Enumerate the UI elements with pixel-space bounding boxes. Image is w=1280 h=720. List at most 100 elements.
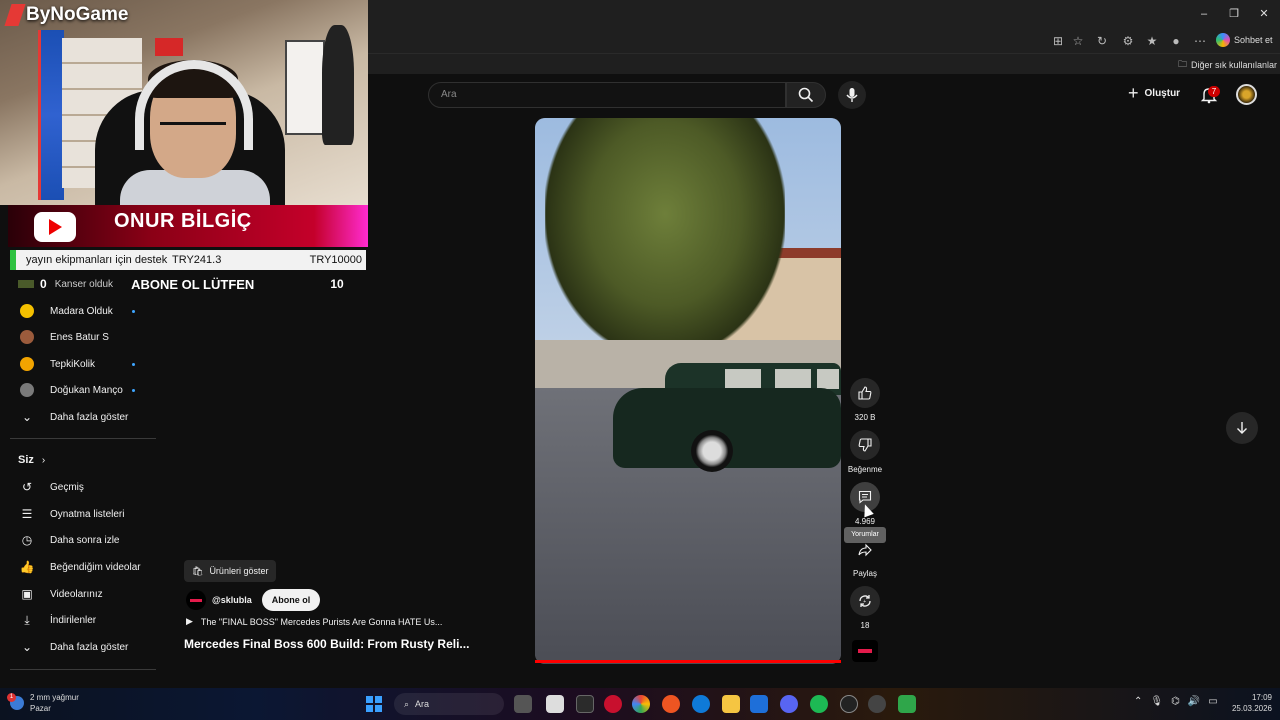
sidebar-item-watch-later[interactable]: ◷ Daha sonra izle [0, 527, 156, 553]
other-bookmarks-button[interactable]: 🗀 Diğer sık kullanılanlar [1178, 57, 1277, 73]
profile-icon[interactable]: ● [1168, 33, 1184, 49]
arrow-down-icon [1237, 422, 1247, 434]
favorite-star-icon[interactable]: ☆ [1070, 33, 1086, 49]
app-available-icon[interactable]: ⊞ [1050, 33, 1066, 49]
opera-icon[interactable] [604, 695, 622, 713]
subscriber-goal-bar: 0 Kanser olduk ABONE OL LÜTFEN 10 [10, 274, 366, 294]
store-icon[interactable] [750, 695, 768, 713]
chrome-icon[interactable] [632, 695, 650, 713]
sidebar-item-label: Doğukan Manço [50, 384, 123, 396]
share-label: Paylaş [852, 569, 877, 578]
taskbar-search[interactable]: ⌕ Ara [394, 693, 504, 715]
create-label: Oluştur [1144, 87, 1181, 99]
create-button[interactable]: + Oluştur [1128, 84, 1181, 102]
favorites-icon[interactable]: ★ [1144, 33, 1160, 49]
related-video-link[interactable]: ▶ The "FINAL BOSS" Mercedes Purists Are … [186, 616, 442, 627]
sidebar-item-dogukan[interactable]: Doğukan Manço [0, 377, 156, 403]
copilot-button[interactable]: Sohbet et [1216, 31, 1273, 49]
voice-search-button[interactable] [838, 81, 866, 109]
chevron-down-icon: ⌄ [21, 640, 33, 654]
dislike-button[interactable] [850, 430, 880, 460]
more-menu-icon[interactable]: ⋯ [1192, 33, 1208, 49]
short-title[interactable]: Mercedes Final Boss 600 Build: From Rust… [184, 637, 469, 651]
weather-badge: 1 [7, 693, 16, 702]
next-short-button[interactable] [1226, 412, 1258, 444]
show-more-you[interactable]: ⌄ Daha fazla göster [0, 634, 156, 660]
share-button[interactable] [850, 535, 880, 565]
channel-avatar[interactable] [186, 590, 206, 610]
search-input[interactable]: Ara [428, 82, 786, 108]
sidebar-item-label: Beğendiğim videolar [50, 561, 141, 573]
extensions-icon[interactable]: ⚙ [1120, 33, 1136, 49]
clock-date: 25.03.2026 [1231, 704, 1272, 713]
sidebar-item-downloads[interactable]: ⤓ İndirilenler [0, 607, 156, 633]
svg-text:+: + [863, 599, 866, 605]
donation-current: TRY241.3 [172, 254, 222, 266]
file-explorer-icon[interactable] [722, 695, 740, 713]
sidebar-divider [10, 669, 156, 670]
show-products-button[interactable]: 🛍 Ürünleri göster [184, 560, 277, 582]
you-section-header[interactable]: Siz › [18, 454, 45, 466]
live-indicator [132, 362, 135, 366]
channel-handle[interactable]: @sklubla [212, 595, 252, 605]
terminal-icon[interactable] [576, 695, 594, 713]
obs-icon[interactable] [840, 695, 858, 713]
video-icon: ▣ [21, 587, 33, 601]
task-view-icon[interactable] [514, 695, 532, 713]
donation-goal-label: yayın ekipmanları için destek [26, 254, 168, 266]
sidebar-divider [10, 438, 156, 439]
search-button[interactable] [786, 82, 826, 108]
other-bookmarks-label: Diğer sık kullanılanlar [1191, 60, 1278, 70]
live-indicator [132, 388, 135, 392]
settings-icon[interactable] [868, 695, 886, 713]
remix-count: 18 [860, 621, 870, 630]
sidebar-item-playlists[interactable]: ☰ Oynatma listeleri [0, 501, 156, 527]
comment-icon [858, 490, 872, 504]
microphone-icon[interactable]: 🎙 [1150, 696, 1163, 707]
sound-source-thumbnail[interactable] [852, 640, 878, 662]
battery-icon[interactable]: ▭ [1208, 696, 1217, 707]
sidebar-item-madara[interactable]: Madara Olduk [0, 298, 156, 324]
chevron-up-icon[interactable]: ⌃ [1134, 696, 1142, 707]
discord-icon[interactable] [780, 695, 798, 713]
refresh-icon[interactable]: ↻ [1094, 33, 1110, 49]
thumb-down-icon [858, 438, 872, 452]
sidebar-item-your-videos[interactable]: ▣ Videolarınız [0, 581, 156, 607]
restore-button[interactable]: ❐ [1226, 6, 1242, 22]
goal-icon [18, 280, 34, 288]
sidebar-item-label: Daha sonra izle [50, 534, 120, 546]
brand-logo: ByNoGame [4, 4, 129, 26]
sidebar-item-label: İndirilenler [50, 614, 97, 626]
streaming-app-icon[interactable] [898, 695, 916, 713]
notepad-icon[interactable] [546, 695, 564, 713]
folder-icon: 🗀 [1178, 59, 1188, 69]
account-avatar[interactable] [1236, 84, 1257, 105]
taskbar-clock[interactable]: 17:09 25.03.2026 [1226, 692, 1272, 714]
clock-time: 17:09 [1251, 693, 1272, 702]
volume-icon[interactable]: 🔊 [1188, 696, 1200, 707]
minimize-button[interactable]: – [1196, 6, 1212, 22]
edge-icon[interactable] [692, 695, 710, 713]
brand-name: ByNoGame [26, 4, 129, 25]
subscribe-button[interactable]: Abone ol [261, 589, 321, 611]
start-button[interactable] [366, 696, 382, 712]
close-window-button[interactable]: ✕ [1256, 6, 1272, 22]
sidebar-item-tepkikolik[interactable]: TepkiKolik [0, 351, 156, 377]
video-progress-bar[interactable] [535, 660, 841, 663]
spotify-icon[interactable] [810, 695, 828, 713]
network-icon[interactable]: ⌬ [1171, 696, 1180, 707]
streamer-name: ONUR BİLGİÇ [114, 210, 252, 232]
sidebar-item-history[interactable]: ↺ Geçmiş [0, 474, 156, 500]
short-video-player[interactable] [535, 118, 841, 664]
weather-widget[interactable]: 1 2 mm yağmur Pazar [7, 692, 79, 714]
sidebar-item-liked[interactable]: 👍 Beğendiğim videolar [0, 554, 156, 580]
remix-button[interactable]: + [850, 586, 880, 616]
yandex-icon[interactable] [662, 695, 680, 713]
sidebar-item-enes[interactable]: Enes Batur S [0, 324, 156, 350]
show-more-subscriptions[interactable]: ⌄ Daha fazla göster [0, 404, 156, 430]
youtube-logo-icon [34, 212, 76, 242]
sidebar-item-label: TepkiKolik [50, 358, 96, 370]
related-video-title: The "FINAL BOSS" Mercedes Purists Are Go… [200, 616, 443, 627]
like-button[interactable] [850, 378, 880, 408]
bookmarks-bar [368, 54, 1280, 74]
